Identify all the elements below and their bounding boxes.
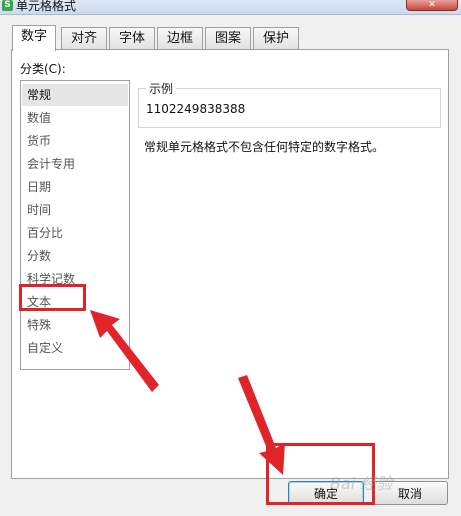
- sample-legend: 示例: [146, 80, 177, 97]
- category-item-custom[interactable]: 自定义: [22, 337, 128, 359]
- tab-protection[interactable]: 保护: [253, 27, 299, 49]
- tab-alignment[interactable]: 对齐: [61, 27, 107, 49]
- app-logo-icon: S: [2, 0, 13, 11]
- title-bar: S 单元格格式 ✕: [0, 0, 461, 15]
- tab-border[interactable]: 边框: [157, 27, 203, 49]
- sample-box: 1102249838388: [138, 88, 441, 128]
- category-item-fraction[interactable]: 分数: [22, 245, 128, 267]
- category-item-number[interactable]: 数值: [22, 107, 128, 129]
- close-icon[interactable]: ✕: [406, 0, 458, 11]
- sample-value: 1102249838388: [146, 102, 246, 116]
- category-item-text[interactable]: 文本: [22, 291, 128, 313]
- number-tab-panel: 分类(C): 常规 数值 货币 会计专用 日期 时间 百分比 分数 科学记数 文…: [11, 49, 449, 479]
- tab-pattern[interactable]: 图案: [205, 27, 251, 49]
- format-cells-dialog: 数字 对齐 字体 边框 图案 保护 分类(C): 常规 数值 货币 会计专用 日…: [0, 15, 461, 516]
- category-item-special[interactable]: 特殊: [22, 314, 128, 336]
- tab-font[interactable]: 字体: [109, 27, 155, 49]
- tab-number[interactable]: 数字: [12, 25, 56, 51]
- category-item-accounting[interactable]: 会计专用: [22, 153, 128, 175]
- category-list[interactable]: 常规 数值 货币 会计专用 日期 时间 百分比 分数 科学记数 文本 特殊 自定…: [20, 80, 130, 370]
- category-item-general[interactable]: 常规: [22, 84, 128, 106]
- category-item-percentage[interactable]: 百分比: [22, 222, 128, 244]
- category-label: 分类(C):: [20, 62, 66, 76]
- window-title: 单元格格式: [16, 0, 77, 13]
- format-description: 常规单元格格式不包含任何特定的数字格式。: [144, 140, 385, 154]
- category-item-currency[interactable]: 货币: [22, 130, 128, 152]
- category-item-scientific[interactable]: 科学记数: [22, 268, 128, 290]
- category-item-date[interactable]: 日期: [22, 176, 128, 198]
- category-item-time[interactable]: 时间: [22, 199, 128, 221]
- watermark: Bai 经验: [330, 474, 393, 493]
